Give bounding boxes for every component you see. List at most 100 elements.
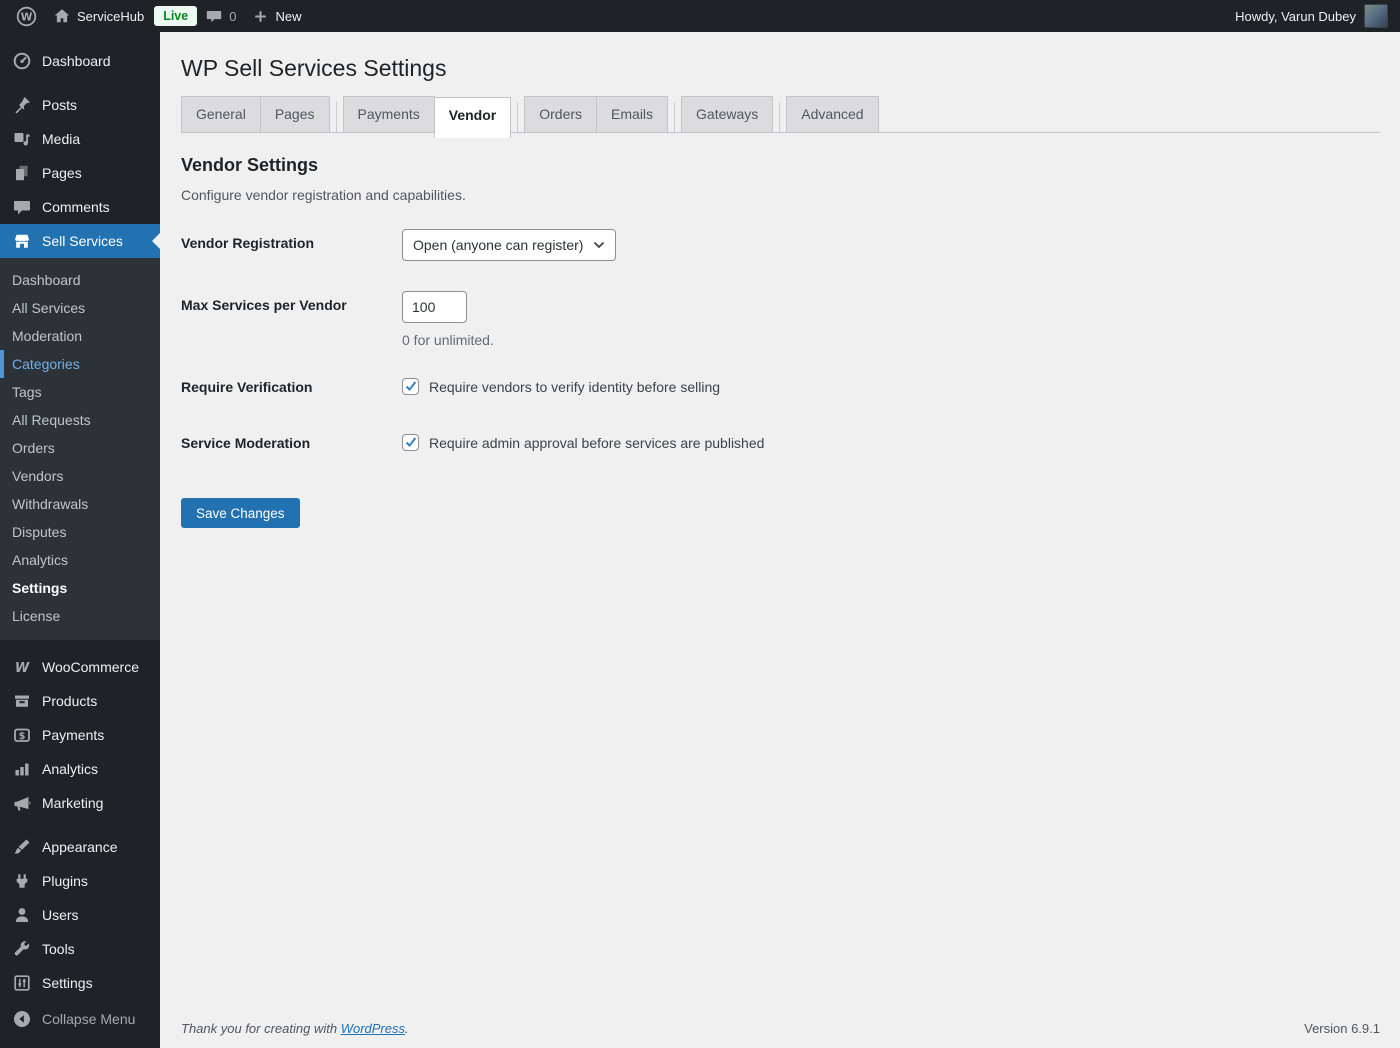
new-content-menu[interactable]: New [244,0,309,32]
submenu-label: Settings [12,580,68,596]
submenu-item-dashboard[interactable]: Dashboard [0,266,160,294]
submenu-label: Analytics [12,552,69,568]
comments-menu[interactable]: 0 [197,0,244,32]
submenu-item-analytics[interactable]: Analytics [0,546,160,574]
section-description: Configure vendor registration and capabi… [181,187,466,203]
footer-thanks-suffix: . [405,1021,409,1036]
sidebar-item-dashboard[interactable]: Dashboard [0,44,160,78]
account-greeting[interactable]: Howdy, Varun Dubey [1235,9,1356,24]
wrench-icon [14,941,30,956]
sidebar-item-settings[interactable]: Settings [0,966,160,1000]
sidebar-item-pages[interactable]: Pages [0,156,160,190]
collapse-arrow-icon [14,1011,30,1027]
max-services-input[interactable] [402,291,467,323]
tab-orders[interactable]: Orders [524,96,598,132]
sidebar-item-label: Marketing [42,795,104,811]
tab-gateways[interactable]: Gateways [681,96,774,132]
submenu-label: Tags [12,384,42,400]
submenu-item-vendors[interactable]: Vendors [0,462,160,490]
field-label: Max Services per Vendor [181,297,347,313]
service-moderation-checkbox[interactable] [402,434,419,451]
tab-vendor[interactable]: Vendor [433,97,512,138]
sidebar-item-label: Media [42,131,81,147]
submenu-item-settings[interactable]: Settings [0,574,160,602]
sidebar-item-payments[interactable]: $ Payments [0,718,160,752]
vendor-registration-select[interactable]: Open (anyone can register) [402,229,617,261]
form-row-max-services: Max Services per Vendor 0 for unlimited. [181,291,1380,348]
sidebar-item-label: Tools [42,941,75,957]
field-label: Require Verification [181,379,313,395]
submenu-label: Moderation [12,328,83,344]
avatar[interactable] [1364,4,1388,28]
pushpin-icon [15,97,30,114]
version-text: Version 6.9.1 [1304,1021,1380,1036]
wordpress-link[interactable]: WordPress [341,1021,405,1036]
submenu-item-moderation[interactable]: Moderation [0,322,160,350]
sidebar-item-comments[interactable]: Comments [0,190,160,224]
sidebar-item-posts[interactable]: Posts [0,88,160,122]
submenu-label: License [12,608,61,624]
submenu-item-orders[interactable]: Orders [0,434,160,462]
submenu-item-categories[interactable]: Categories [0,350,160,378]
sidebar-item-products[interactable]: Products [0,684,160,718]
svg-text:W: W [21,11,33,23]
live-badge: Live [154,6,198,26]
sidebar-item-sell-services[interactable]: Sell Services [0,224,160,258]
sidebar-item-label: WooCommerce [42,659,139,675]
submenu-item-all-requests[interactable]: All Requests [0,406,160,434]
select-value: Open (anyone can register) [413,237,584,253]
site-name: ServiceHub [77,8,145,24]
footer-thanks-text: Thank you for creating with [181,1021,341,1036]
sidebar-item-tools[interactable]: Tools [0,932,160,966]
sidebar-item-analytics[interactable]: Analytics [0,752,160,786]
checkbox-label[interactable]: Require admin approval before services a… [429,435,764,451]
sidebar-item-label: Appearance [42,839,118,855]
section-heading: Vendor Settings [181,155,319,175]
save-changes-button[interactable]: Save Changes [181,498,300,528]
tab-divider [517,102,519,132]
svg-text:W: W [15,661,30,676]
require-verification-checkbox[interactable] [402,378,419,395]
sidebar-item-marketing[interactable]: Marketing [0,786,160,820]
sidebar-item-appearance[interactable]: Appearance [0,830,160,864]
wordpress-logo-icon[interactable]: W [8,0,45,32]
submenu-label: Disputes [12,524,67,540]
submenu-item-tags[interactable]: Tags [0,378,160,406]
tab-emails[interactable]: Emails [596,96,669,132]
sidebar-item-media[interactable]: Media [0,122,160,156]
submenu-item-all-services[interactable]: All Services [0,294,160,322]
submenu-item-license[interactable]: License [0,602,160,630]
tab-general[interactable]: General [181,96,261,132]
page-title: WP Sell Services Settings [181,55,447,81]
tab-advanced[interactable]: Advanced [786,96,879,132]
admin-bar: W ServiceHub Live 0 New Howdy, Varun Dub… [0,0,1400,32]
submenu-label: Dashboard [12,272,81,288]
sidebar-item-label: Plugins [42,873,88,889]
submenu-label: Orders [12,440,55,456]
sell-services-submenu: Dashboard All Services Moderation Catego… [0,258,160,640]
submenu-item-disputes[interactable]: Disputes [0,518,160,546]
sidebar-item-plugins[interactable]: Plugins [0,864,160,898]
megaphone-icon [14,797,31,811]
site-menu[interactable]: ServiceHub [45,0,152,32]
checkbox-label[interactable]: Require vendors to verify identity befor… [429,379,720,395]
sidebar-item-label: Payments [42,727,105,743]
checkmark-icon [405,381,416,391]
plus-icon [255,10,267,22]
tab-pages[interactable]: Pages [259,96,330,132]
comment-count: 0 [229,8,237,24]
tab-divider [335,102,337,132]
submenu-item-withdrawals[interactable]: Withdrawals [0,490,160,518]
comment-bubble-icon [207,11,222,23]
field-label: Vendor Registration [181,235,315,251]
collapse-menu-button[interactable]: Collapse Menu [0,1002,160,1036]
wordpress-logo-icon: W [16,6,37,26]
submenu-label: All Requests [12,412,91,428]
tab-payments[interactable]: Payments [342,96,435,132]
field-help-text: 0 for unlimited. [402,332,494,348]
submenu-label: Withdrawals [12,496,89,512]
dashboard-icon [13,52,31,70]
user-icon [15,908,29,922]
sidebar-item-woocommerce[interactable]: W WooCommerce [0,650,160,684]
sidebar-item-users[interactable]: Users [0,898,160,932]
